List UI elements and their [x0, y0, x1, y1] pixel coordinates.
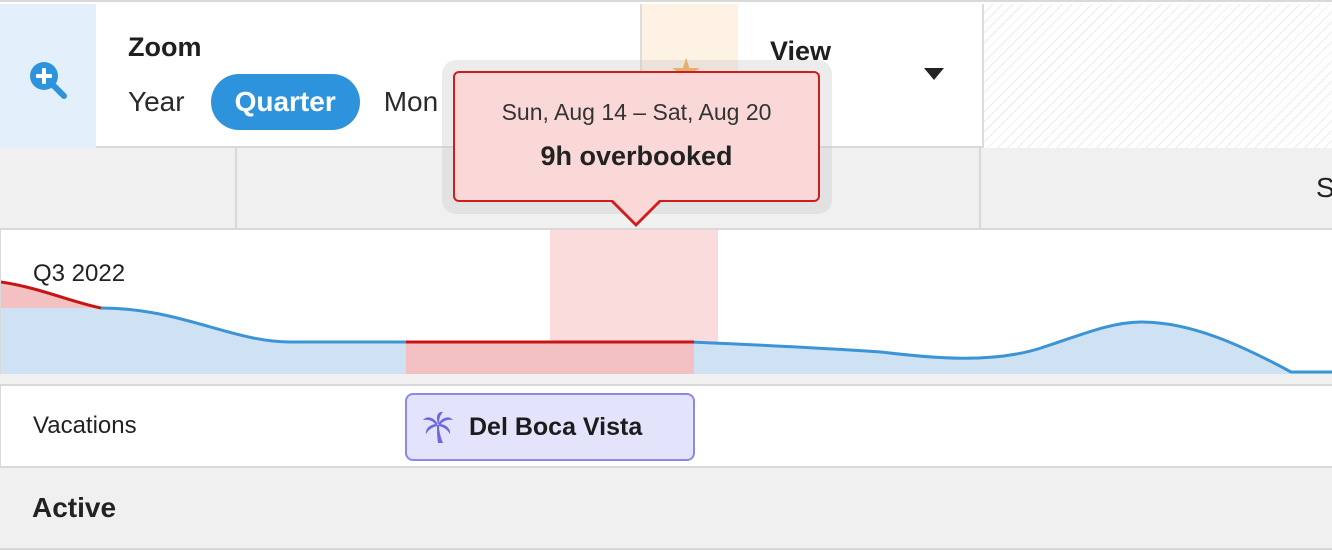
- capacity-chart: [1, 230, 1332, 374]
- zoom-option-quarter[interactable]: Quarter: [210, 74, 360, 130]
- zoom-icon-cell[interactable]: [0, 4, 96, 148]
- zoom-option-year[interactable]: Year: [128, 74, 185, 130]
- zoom-options: Year Quarter Mon: [128, 74, 438, 130]
- overbooked-tooltip: Sun, Aug 14 – Sat, Aug 20 9h overbooked: [453, 71, 820, 202]
- vacations-row: Vacations Del Boca Vista: [0, 384, 1332, 468]
- capacity-chart-row: Q3 2022: [0, 230, 1332, 374]
- zoom-option-month[interactable]: Mon: [384, 74, 438, 130]
- active-section-header[interactable]: Active: [0, 468, 1332, 550]
- timeline-divider: [235, 148, 237, 228]
- tooltip-status: 9h overbooked: [540, 141, 733, 171]
- hatched-area: [984, 4, 1332, 148]
- zoom-title: Zoom: [128, 32, 202, 62]
- tooltip-arrow-fill: [612, 199, 660, 223]
- timeline-header-label: S: [1316, 172, 1332, 203]
- timeline-divider: [979, 148, 981, 228]
- zoom-control: Zoom Year Quarter Mon: [128, 32, 438, 130]
- zoom-in-icon[interactable]: [28, 60, 68, 100]
- palm-tree-icon: [423, 411, 453, 443]
- overbooked-area-week[interactable]: [406, 342, 694, 374]
- section-title: Active: [32, 492, 117, 523]
- chevron-down-icon[interactable]: [924, 68, 944, 80]
- vacation-item-name: Del Boca Vista: [469, 412, 643, 441]
- row-gap: [0, 374, 1332, 384]
- vacation-item[interactable]: Del Boca Vista: [405, 393, 695, 461]
- capacity-row-label: Q3 2022: [33, 260, 126, 287]
- tooltip-date-range: Sun, Aug 14 – Sat, Aug 20: [501, 99, 772, 125]
- vacations-row-label: Vacations: [33, 412, 137, 439]
